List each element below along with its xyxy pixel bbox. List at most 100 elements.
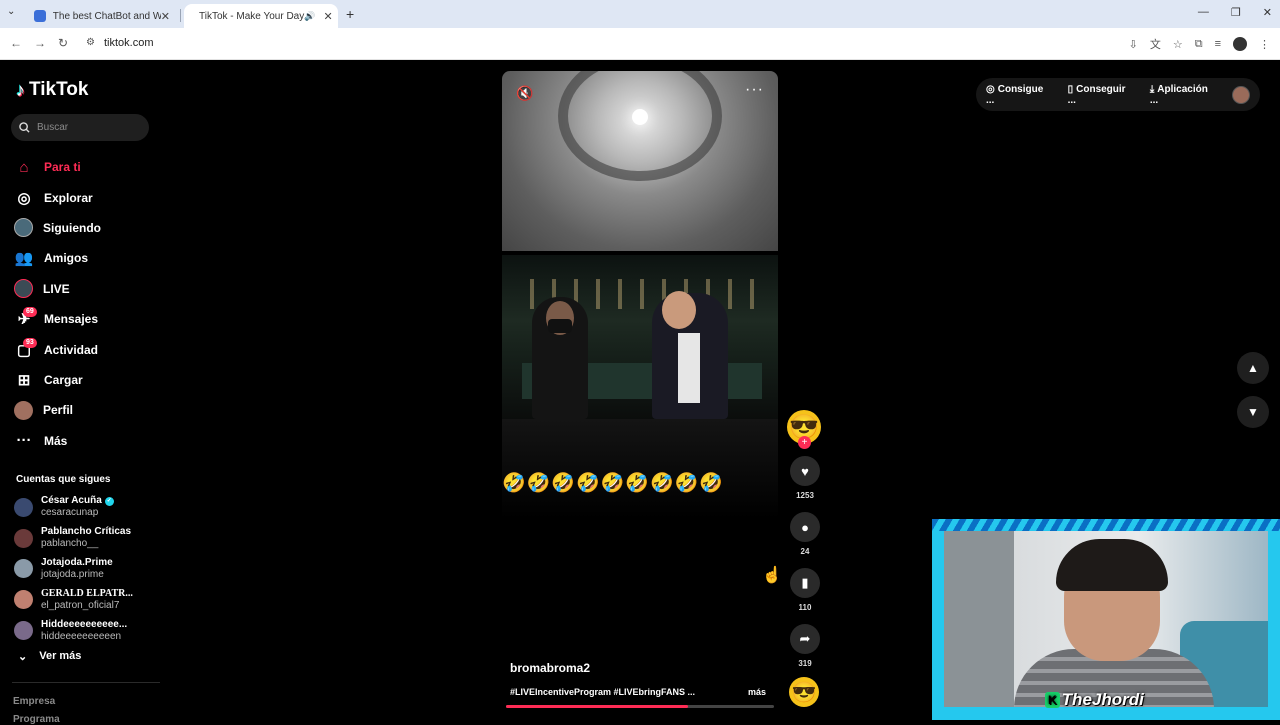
- phone-icon: ▯: [1067, 83, 1074, 95]
- forward-icon[interactable]: →: [34, 36, 46, 50]
- list-item[interactable]: Jotajoda.Prime jotajoda.prime: [14, 554, 133, 585]
- account-name: Jotajoda.Prime: [41, 556, 113, 568]
- comment-count: 24: [800, 547, 810, 556]
- media-controls-icon[interactable]: ≡: [1215, 38, 1221, 50]
- music-disc[interactable]: 😎: [789, 677, 819, 707]
- heart-icon: ♥: [801, 463, 809, 479]
- description-more-button[interactable]: más: [748, 687, 766, 697]
- tab-title: The best ChatBot and Widgets: [52, 10, 161, 22]
- logo-text: TikTok: [29, 79, 89, 100]
- video-more-icon[interactable]: ···: [745, 81, 764, 99]
- translate-icon[interactable]: 文: [1150, 36, 1161, 52]
- search-box[interactable]: [11, 114, 149, 141]
- sidebar-item-siguiendo[interactable]: Siguiendo: [14, 213, 101, 243]
- save-action: ▮ 110: [787, 568, 823, 612]
- search-input[interactable]: [37, 122, 137, 133]
- webcam-border-stripes: [932, 519, 1280, 531]
- bookmark-icon: ▮: [801, 575, 809, 590]
- video-actions: 😎 + ♥ 1253 ● 24 ▮ 110 ➦ 319: [787, 410, 823, 668]
- sidebar-item-label: Para ti: [44, 160, 81, 175]
- browser-tab-tiktok[interactable]: TikTok - Make Your Day 🔊 ✕: [184, 4, 338, 28]
- like-button[interactable]: ♥: [790, 456, 820, 486]
- reload-icon[interactable]: ↻: [58, 36, 68, 50]
- video-player[interactable]: 🤣🤣🤣🤣🤣🤣🤣🤣🤣 🔇 ··· bromabroma2 #LIVEIncenti…: [502, 71, 778, 711]
- top-right-actions: ◎ Consigue ... ▯ Conseguir ... ⤓ Aplicación…: [976, 78, 1260, 111]
- account-username: el_patron_oficial7: [41, 599, 120, 611]
- save-button[interactable]: ▮: [790, 568, 820, 598]
- sidebar-item-amigos[interactable]: 👥 Amigos: [14, 243, 101, 273]
- back-icon[interactable]: ←: [10, 36, 22, 50]
- list-item[interactable]: Pablancho Críticas pablancho__: [14, 523, 133, 554]
- close-tab-icon[interactable]: ✕: [161, 10, 170, 23]
- see-more-button[interactable]: ⌄ Ver más: [18, 650, 81, 663]
- window-controls: — ❐ ✕: [1198, 6, 1272, 19]
- share-button[interactable]: ➦: [790, 624, 820, 654]
- creator-avatar[interactable]: 😎 +: [787, 410, 821, 449]
- browser-tab-chatbot[interactable]: The best ChatBot and Widgets ✕: [26, 4, 178, 28]
- compass-icon: ◎: [17, 189, 31, 207]
- video-author[interactable]: bromabroma2: [510, 661, 590, 675]
- download-app-button[interactable]: ⤓ Aplicación ...: [1150, 84, 1218, 106]
- video-emoji-caption: 🤣🤣🤣🤣🤣🤣🤣🤣🤣: [502, 473, 724, 494]
- share-count: 319: [798, 659, 812, 668]
- extensions-icon[interactable]: ⧉: [1195, 38, 1203, 51]
- divider: [12, 682, 160, 683]
- chevron-up-icon: ▲: [1247, 361, 1259, 375]
- mute-icon[interactable]: 🔇: [516, 85, 533, 102]
- video-gradient-band: [502, 419, 778, 519]
- tiktok-logo[interactable]: ♪ TikTok: [16, 79, 88, 101]
- close-tab-icon[interactable]: ✕: [323, 10, 332, 23]
- user-avatar[interactable]: [1232, 85, 1250, 104]
- video-progress-bar[interactable]: [506, 705, 774, 708]
- previous-video-button[interactable]: ▲: [1237, 352, 1269, 384]
- url-field[interactable]: tiktok.com: [104, 37, 154, 49]
- following-section-title: Cuentas que sigues: [16, 474, 111, 485]
- list-item[interactable]: Hiddeeeeeeeeee... hiddeeeeeeeeeen: [14, 615, 133, 646]
- next-video-button[interactable]: ▼: [1237, 396, 1269, 428]
- list-item[interactable]: GERALD ELPATR... el_patron_oficial7: [14, 584, 133, 615]
- sidebar-nav: ⌂ Para ti ◎ Explorar Siguiendo 👥 Amigos …: [14, 152, 101, 456]
- sidebar-item-mensajes[interactable]: ✈ 69 Mensajes: [14, 304, 101, 334]
- sidebar-item-mas[interactable]: ··· Más: [14, 426, 101, 456]
- minimize-icon[interactable]: —: [1198, 6, 1209, 19]
- comment-icon: ●: [801, 519, 809, 535]
- tab-search-icon[interactable]: ⌄: [7, 6, 15, 17]
- browser-tab-bar: ⌄ The best ChatBot and Widgets ✕ TikTok …: [0, 0, 1280, 28]
- sidebar-item-cargar[interactable]: ⊞ Cargar: [14, 365, 101, 395]
- scene-shirt: [678, 333, 700, 403]
- mouse-cursor-icon: ☝: [762, 567, 782, 584]
- video-description: #LIVEIncentiveProgram #LIVEbringFANS ...: [510, 687, 696, 697]
- account-name: Pablancho Críticas: [41, 526, 132, 538]
- restore-icon[interactable]: ❐: [1231, 6, 1241, 19]
- install-app-icon[interactable]: ⇩: [1129, 38, 1138, 51]
- sidebar-item-explorar[interactable]: ◎ Explorar: [14, 182, 101, 212]
- sidebar-item-label: Siguiendo: [43, 220, 101, 235]
- sidebar-item-label: Mensajes: [44, 312, 99, 327]
- follow-plus-icon[interactable]: +: [798, 436, 811, 449]
- upload-icon: ⊞: [17, 371, 31, 389]
- browser-profile-avatar[interactable]: [1233, 37, 1247, 51]
- sidebar-item-perfil[interactable]: Perfil: [14, 395, 101, 425]
- sidebar-item-para-ti[interactable]: ⌂ Para ti: [14, 152, 101, 182]
- coin-icon: ◎: [986, 83, 995, 95]
- close-window-icon[interactable]: ✕: [1263, 6, 1272, 19]
- get-coins-button[interactable]: ◎ Consigue ...: [986, 84, 1054, 106]
- home-icon: ⌂: [19, 158, 29, 176]
- browser-menu-icon[interactable]: ⋮: [1259, 38, 1270, 51]
- speaker-icon[interactable]: 🔊: [304, 11, 315, 22]
- list-item[interactable]: César Acuña ✓ cesaracunap: [14, 492, 133, 523]
- sidebar-item-actividad[interactable]: ▢ 93 Actividad: [14, 334, 101, 364]
- sidebar-item-label: Perfil: [43, 403, 74, 418]
- new-tab-icon[interactable]: +: [346, 6, 354, 22]
- comment-action: ● 24: [787, 512, 823, 556]
- comment-button[interactable]: ●: [790, 512, 820, 542]
- sidebar-item-label: Explorar: [44, 190, 93, 205]
- like-count: 1253: [796, 491, 814, 500]
- share-icon: ➦: [799, 631, 811, 646]
- company-link[interactable]: Empresa: [13, 696, 55, 707]
- bookmark-star-icon[interactable]: ☆: [1173, 38, 1183, 51]
- video-progress-fill: [506, 705, 689, 708]
- site-info-icon[interactable]: ⚙: [86, 37, 95, 48]
- get-app-button[interactable]: ▯ Conseguir ...: [1068, 84, 1136, 106]
- sidebar-item-live[interactable]: LIVE: [14, 274, 101, 304]
